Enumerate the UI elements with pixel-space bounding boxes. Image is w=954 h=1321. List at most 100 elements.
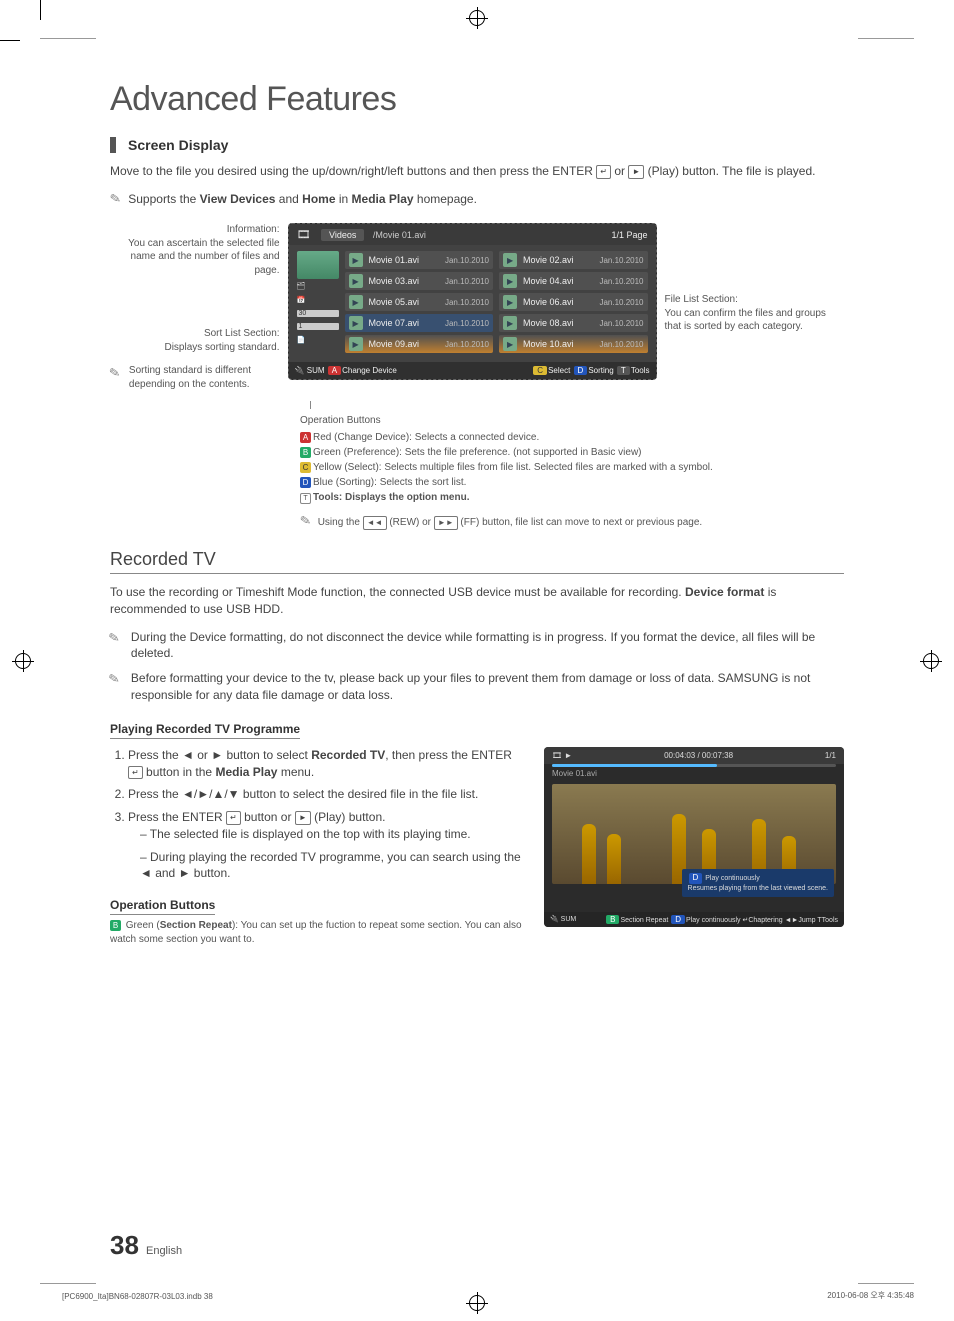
video-thumb-icon: ▶: [503, 253, 517, 267]
note-icon: ✎: [107, 669, 124, 704]
tip-title: Play continuously: [705, 875, 759, 882]
rec-intro-bold: Device format: [685, 585, 764, 599]
operation-buttons-block: Operation Buttons ARed (Change Device): …: [300, 405, 844, 531]
page-number: 38 English: [110, 1230, 182, 1261]
label-file-title: File List Section:: [665, 294, 738, 305]
section-bar: [110, 137, 116, 153]
file-row: ▶ Movie 05.avi Jan.10.2010: [345, 293, 493, 311]
button-d-icon: D: [300, 477, 311, 488]
intro-part2: or: [614, 164, 625, 178]
op-a-text: Red (Change Device): Selects a connected…: [313, 432, 539, 443]
op-b-text: Green (Preference): Sets the file prefer…: [313, 447, 642, 458]
footer-a-label: Change Device: [342, 366, 397, 375]
player-time: 00:04:03 / 00:07:38: [664, 751, 733, 760]
video-thumb-icon: ▶: [503, 316, 517, 330]
player-page: 1/1: [825, 751, 836, 760]
rew-note-1: Using the: [318, 517, 360, 528]
note-format-warning: ✎ During the Device formatting, do not d…: [110, 629, 844, 663]
file-row: ▶ Movie 10.avi Jan.10.2010: [499, 335, 647, 353]
footer-d-tag: D: [574, 366, 588, 375]
note-icon: ✎: [108, 363, 123, 391]
ff-icon: ►►: [434, 516, 458, 530]
intro-text: Move to the file you desired using the u…: [110, 163, 844, 180]
file-name: Movie 10.avi: [523, 339, 593, 349]
file-name: Movie 01.avi: [369, 255, 439, 265]
step-1: Press the ◄ or ► button to select Record…: [128, 747, 524, 781]
file-row: ▶Movie 06.aviJan.10.2010: [499, 293, 647, 311]
sort-icon: 🗂: [297, 282, 339, 290]
ui-diagram: Information: You can ascertain the selec…: [110, 223, 844, 391]
breadcrumb: /Movie 01.avi: [373, 230, 426, 240]
file-row: ▶Movie 08.aviJan.10.2010: [499, 314, 647, 332]
file-date: Jan.10.2010: [599, 256, 643, 265]
sort-num-30: 30: [297, 310, 339, 317]
file-date: Jan.10.2010: [445, 277, 489, 286]
step1-b: , then press the ENTER: [385, 748, 512, 762]
sub1: The selected file is displayed on the to…: [140, 826, 524, 843]
op-header: Operation Buttons: [300, 413, 844, 428]
rew-icon: ◄◄: [363, 516, 387, 530]
film-icon: 🎞: [297, 229, 311, 241]
progress-bar: [552, 764, 836, 767]
pf-tools: Tools: [822, 917, 838, 924]
button-b-icon: B: [110, 920, 121, 931]
pf-b-tag: B: [606, 915, 619, 924]
file-date: Jan.10.2010: [599, 277, 643, 286]
file-name: Movie 07.avi: [369, 318, 439, 328]
recorded-tv-heading: Recorded TV: [110, 549, 844, 574]
label-file-body: You can confirm the files and groups tha…: [665, 308, 826, 333]
enter-icon: ↵: [596, 165, 611, 179]
label-sort-body: Displays sorting standard.: [164, 342, 279, 353]
sort-icon-title: 📄: [297, 336, 339, 344]
file-date: Jan.10.2010: [599, 340, 643, 349]
registration-mark-right: [923, 653, 939, 669]
file-row: ▶Movie 01.aviJan.10.2010: [345, 251, 493, 269]
footer-timestamp: 2010-06-08 오후 4:35:48: [827, 1290, 914, 1301]
footer-tools-label: Tools: [631, 366, 650, 375]
footer-tools-tag: T: [617, 366, 630, 375]
jump-icon: ◄►: [785, 917, 799, 924]
opb-pre: Green (: [126, 920, 160, 931]
file-name: Movie 05.avi: [369, 297, 439, 307]
page-lang: English: [146, 1245, 182, 1257]
support-note: ✎ Supports the View Devices and Home in …: [110, 190, 844, 209]
opb-bold: Section Repeat: [160, 920, 232, 931]
footer-a-tag: A: [328, 366, 341, 375]
recorded-intro: To use the recording or Timeshift Mode f…: [110, 584, 844, 619]
step3-c: (Play) button.: [314, 810, 385, 824]
play-icon: ►: [628, 165, 644, 179]
label-sort-title: Sort List Section:: [204, 328, 280, 339]
file-date: Jan.10.2010: [599, 319, 643, 328]
video-thumb-icon: ▶: [503, 295, 517, 309]
registration-mark-bottom: [469, 1295, 485, 1311]
video-thumb-icon: ▶: [503, 337, 517, 351]
step1-bold2: Media Play: [215, 765, 277, 779]
file-row-selected: ▶Movie 07.aviJan.10.2010: [345, 314, 493, 332]
file-date: Jan.10.2010: [445, 298, 489, 307]
pf-jump: Jump: [798, 917, 815, 924]
intro-part3: (Play) button. The file is played.: [648, 164, 816, 178]
note2-text: Before formatting your device to the tv,…: [131, 670, 844, 704]
file-name: Movie 02.avi: [523, 255, 593, 265]
file-name: Movie 03.avi: [369, 276, 439, 286]
sort-icon-date: 📅: [297, 296, 339, 304]
video-thumb-icon: ▶: [349, 253, 363, 267]
intro-part1: Move to the file you desired using the u…: [110, 164, 593, 178]
play-continuously-tip: D Play continuously Resumes playing from…: [682, 869, 834, 896]
step3-b: button or: [244, 810, 291, 824]
step1-c: button in the: [146, 765, 212, 779]
note-icon: ✎: [298, 510, 312, 531]
button-c-icon: C: [300, 462, 311, 473]
pf-d-tag: D: [671, 915, 685, 924]
video-thumb-icon: ▶: [349, 295, 363, 309]
file-date: Jan.10.2010: [599, 298, 643, 307]
note1-text: During the Device formatting, do not dis…: [131, 629, 844, 663]
video-thumb-icon: ▶: [503, 274, 517, 288]
op-c-text: Yellow (Select): Selects multiple files …: [313, 462, 713, 473]
file-date: Jan.10.2010: [445, 319, 489, 328]
note-icon: ✎: [108, 190, 122, 210]
preview-thumb: [297, 251, 339, 279]
file-date: Jan.10.2010: [445, 340, 489, 349]
enter-icon: ↵: [128, 766, 143, 779]
file-row: ▶Movie 09.aviJan.10.2010: [345, 335, 493, 353]
